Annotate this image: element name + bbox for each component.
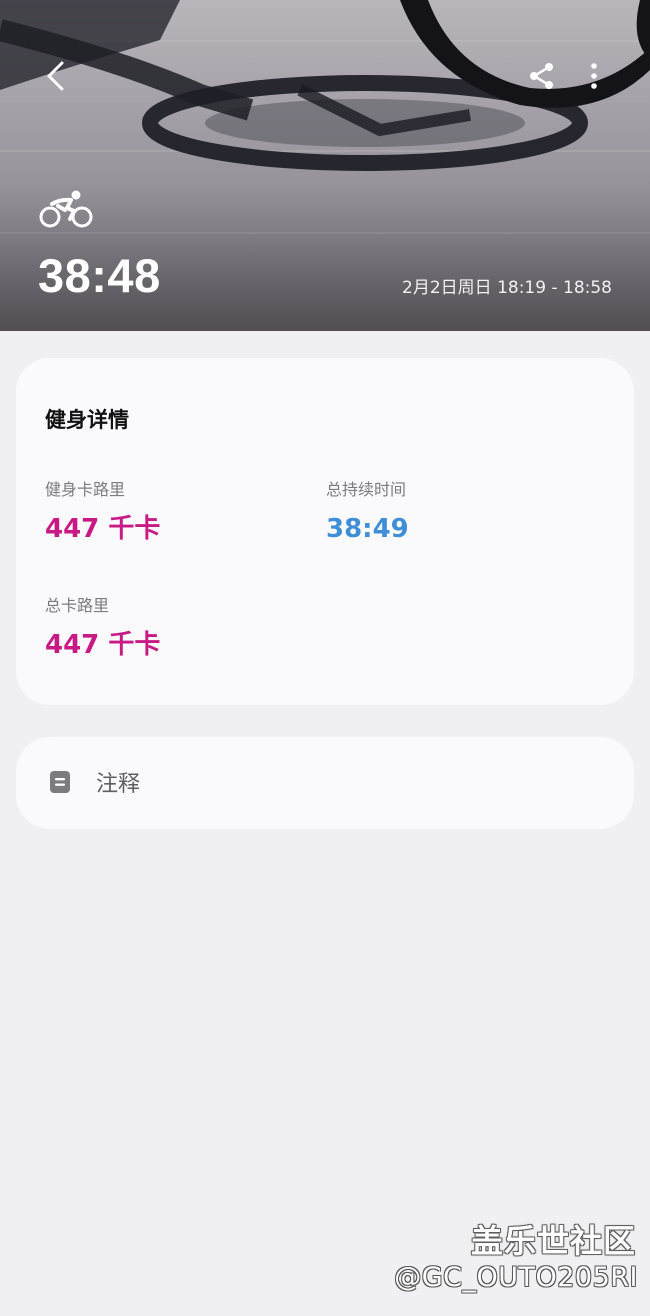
metric-total-calories: 总卡路里 447 千卡 — [45, 595, 160, 661]
back-button[interactable] — [34, 54, 78, 98]
metric-total-duration: 总持续时间 38:49 — [326, 479, 409, 545]
share-button[interactable] — [520, 54, 564, 98]
hero-banner: 38:48 2月2日周日 18:19 - 18:58 — [0, 0, 650, 331]
notes-label: 注释 — [96, 772, 141, 797]
metric-exercise-calories: 健身卡路里 447 千卡 — [45, 479, 160, 545]
cycling-icon — [39, 190, 93, 228]
watermark-site: 盖乐世社区 — [470, 1222, 636, 1260]
workout-details-card: 健身详情 健身卡路里 447 千卡 总持续时间 38:49 总卡路里 447 千… — [16, 358, 634, 705]
details-title: 健身详情 — [45, 408, 129, 432]
workout-datetime: 2月2日周日 18:19 - 18:58 — [402, 278, 612, 298]
chevron-left-icon — [47, 61, 64, 91]
notes-button[interactable]: 注释 — [16, 737, 634, 829]
workout-duration: 38:48 — [38, 249, 161, 302]
metric-value: 447 千卡 — [45, 630, 161, 660]
metric-value: 38:49 — [326, 514, 409, 544]
metric-label: 总持续时间 — [326, 480, 407, 499]
workout-detail-page: 38:48 2月2日周日 18:19 - 18:58 健身详情 健身卡路里 44… — [0, 0, 650, 1316]
metric-value: 447 千卡 — [45, 514, 161, 544]
watermark-user: @GC_OUTO205RI — [394, 1262, 638, 1293]
note-icon — [50, 771, 70, 793]
metric-label: 总卡路里 — [45, 596, 110, 615]
more-vertical-icon — [591, 63, 597, 89]
share-icon — [530, 63, 553, 89]
more-options-button[interactable] — [572, 54, 616, 98]
metric-label: 健身卡路里 — [45, 480, 126, 499]
